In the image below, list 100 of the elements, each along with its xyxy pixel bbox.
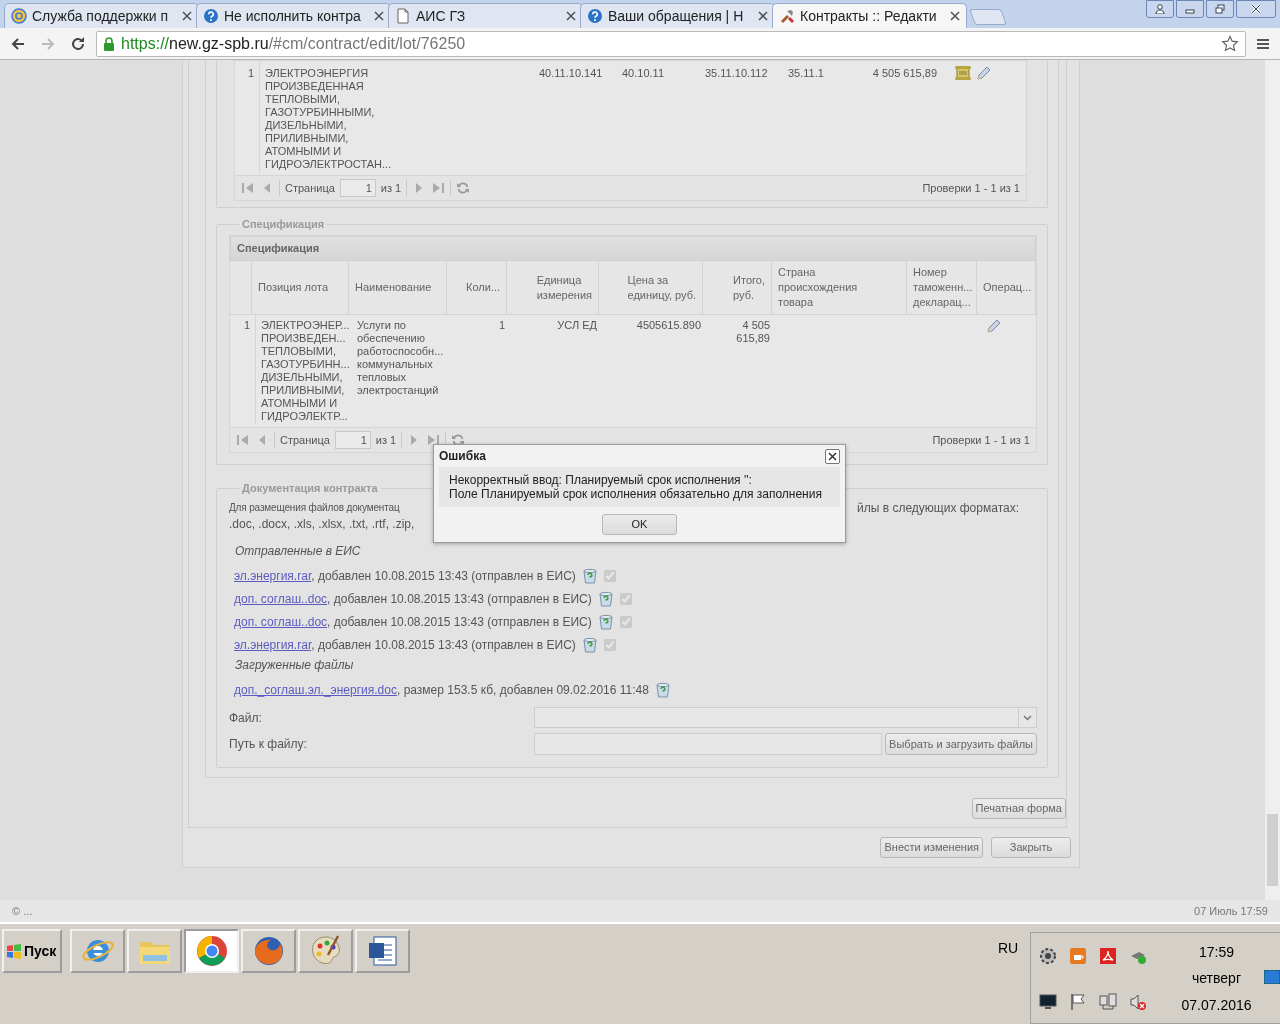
ok-button[interactable]: OK (602, 514, 677, 535)
taskbar-button[interactable] (355, 929, 410, 973)
file-entry: доп. соглаш..doc, добавлен 10.08.2015 13:43 (отправлен в ЕИС) (234, 613, 592, 631)
refresh-icon[interactable] (451, 433, 466, 447)
table-cell-text: 1 (497, 318, 506, 333)
column-header[interactable]: Номер таможенн... декларац... (907, 261, 977, 314)
scrollbar-thumb[interactable] (1267, 814, 1278, 886)
column-header[interactable]: Цена за единицу, руб. (599, 261, 703, 314)
network-icon[interactable] (1099, 993, 1117, 1011)
page-input[interactable]: 1 (339, 179, 376, 197)
close-button[interactable] (825, 448, 840, 464)
close-button[interactable] (1236, 0, 1276, 18)
close-icon[interactable] (758, 11, 768, 21)
profile-button[interactable] (1146, 0, 1174, 18)
section-heading: Отправленные в ЕИС (235, 544, 361, 558)
windows-flag-icon (6, 943, 22, 959)
file-link[interactable]: эл.энергия.rar (234, 568, 312, 583)
browser-tab[interactable]: Служба поддержки п (4, 3, 199, 28)
file-path-input[interactable] (534, 733, 883, 755)
field-label: Путь к файлу: (229, 736, 308, 753)
gear-icon[interactable] (1039, 947, 1057, 965)
browser-tab[interactable]: Не исполнить контра (196, 3, 391, 28)
trash-icon[interactable] (581, 636, 598, 653)
browser-tab[interactable]: Контракты :: Редакти (772, 3, 967, 28)
column-header[interactable]: Операц... (977, 261, 1036, 314)
close-icon[interactable] (566, 11, 576, 21)
back-arrow-icon (10, 35, 26, 52)
scroll-icon[interactable] (954, 65, 972, 81)
page-label: Страница (285, 180, 335, 196)
first-page-icon[interactable] (241, 181, 255, 195)
close-icon[interactable] (182, 11, 192, 21)
scrollbar[interactable] (1265, 60, 1280, 900)
grid-title: Спецификация (230, 236, 1036, 261)
file-link[interactable]: эл.энергия.rar (234, 637, 312, 652)
trash-icon[interactable] (597, 613, 614, 630)
taskbar-button[interactable] (298, 929, 353, 973)
show-desktop-icon[interactable] (1264, 970, 1280, 984)
close-icon (1251, 4, 1261, 14)
trash-icon[interactable] (654, 681, 671, 698)
taskbar-button[interactable] (241, 929, 296, 973)
column-header[interactable]: Наименование (349, 261, 447, 314)
table-cell: ЭЛЕКТРОЭНЕРГИЯ ПРОИЗВЕДЕННАЯ ТЕПЛОВЫМИ, ГАЗОТУРБИННЫМИ, ДИЗЕЛЬНЫМИ, ПРИЛИВНЫМИ, АТОМНЫМИ И ГИДРОЭЛЕКТРОСТАН... (259, 61, 534, 173)
first-page-icon[interactable] (236, 433, 250, 447)
row-number: 1 (242, 318, 251, 333)
pencil-icon[interactable] (976, 65, 990, 81)
column-header[interactable]: Позиция лота (252, 261, 349, 314)
help-icon (203, 8, 219, 24)
muted-speaker-icon[interactable] (1129, 993, 1147, 1011)
start-button[interactable]: Пуск (2, 929, 62, 973)
page-input[interactable]: 1 (334, 431, 371, 449)
star-icon[interactable] (1221, 34, 1239, 53)
table-cell-text: 4505615.890 (635, 318, 702, 333)
clock-time: 17:59 (1198, 942, 1234, 962)
taskbar-button[interactable] (70, 929, 125, 973)
file-entry: доп. соглаш..doc, добавлен 10.08.2015 13:43 (отправлен в ЕИС) (234, 590, 592, 608)
clock-date: 07.07.2016 (1181, 996, 1252, 1016)
lock-icon (103, 36, 115, 51)
table-cell-text: 40.11.10.141 (538, 66, 604, 81)
browser-tab[interactable]: Ваши обращения | Н (580, 3, 775, 28)
row-number: 1 (246, 66, 255, 81)
last-page-icon[interactable] (431, 181, 446, 195)
column-header[interactable]: Итого, руб. (703, 261, 772, 314)
taskbar-button[interactable] (184, 929, 239, 973)
close-button[interactable]: Закрыть (991, 837, 1071, 858)
forward-arrow-icon (40, 35, 56, 52)
field-label: Файл: (229, 709, 263, 727)
restore-button[interactable] (1206, 0, 1234, 18)
file-link[interactable]: доп._соглаш.эл._энергия.doc (234, 682, 397, 697)
paging-summary: Проверки 1 - 1 из 1 (922, 180, 1020, 196)
fieldset-legend: Документация контракта (239, 481, 381, 495)
browser-tab[interactable]: АИС ГЗ (388, 3, 583, 28)
refresh-icon[interactable] (456, 181, 471, 195)
language-indicator[interactable]: RU (998, 938, 1019, 959)
new-tab-button[interactable] (969, 9, 1007, 25)
pencil-icon[interactable] (985, 318, 1000, 334)
column-header[interactable]: Коли... (447, 261, 507, 314)
minimize-button[interactable] (1176, 0, 1204, 18)
flag-icon[interactable] (1069, 993, 1087, 1011)
monitor-icon[interactable] (1039, 993, 1057, 1011)
status-date: 07 Июль 17:59 (1194, 903, 1268, 919)
table-cell-text: Услуги по обеспечению работоспособн... коммунальных тепловых электростанций (356, 318, 445, 398)
save-button[interactable]: Внести изменения (880, 837, 983, 858)
upload-button[interactable]: Выбрать и загрузить файлы (885, 733, 1037, 755)
reload-icon (70, 35, 86, 52)
file-entry: доп._соглаш.эл._энергия.doc, размер 153.5 кб, добавлен 09.02.2016 11:48 (234, 681, 649, 699)
tools-icon (779, 8, 795, 24)
last-page-icon[interactable] (426, 433, 441, 447)
trash-icon[interactable] (581, 567, 598, 584)
column-header[interactable]: Единица измерения (507, 261, 599, 314)
table-cell-text: 4 505 615,89 (735, 318, 771, 346)
file-entry: эл.энергия.rar, добавлен 10.08.2015 13:43 (отправлен в ЕИС) (234, 567, 576, 585)
error-message: Некорректный ввод: Планируемый срок исполнения '': Поле Планируемый срок исполнения обязательно для заполнения (439, 467, 840, 507)
column-header[interactable]: Страна происхождения товара (772, 261, 907, 314)
document-icon[interactable] (1099, 947, 1117, 965)
print-form-button[interactable]: Печатная форма (971, 798, 1066, 819)
close-icon[interactable] (374, 11, 384, 21)
section-heading: Загруженные файлы (235, 658, 354, 672)
trash-icon[interactable] (597, 590, 614, 607)
address-bar[interactable]: https://new.gz-spb.ru/#cm/contract/edit/lot/76250 (96, 30, 1246, 57)
close-icon[interactable] (950, 11, 960, 21)
